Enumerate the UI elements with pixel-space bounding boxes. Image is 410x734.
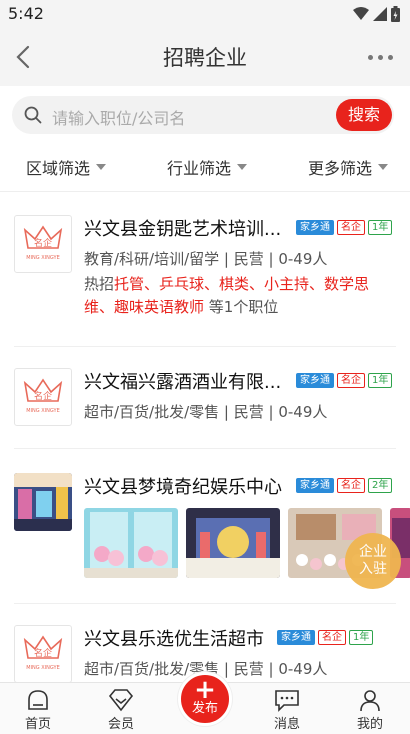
caret-down-icon xyxy=(96,163,107,170)
caret-down-icon xyxy=(237,163,247,170)
tag-years: 1年 xyxy=(349,630,374,645)
company-logo: 名企 MING XINGYE xyxy=(14,215,72,273)
tab-messages[interactable]: 消息 xyxy=(257,687,317,732)
logo-text: 名企 xyxy=(34,647,52,659)
tab-label: 会员 xyxy=(107,717,134,732)
tab-mine[interactable]: 我的 xyxy=(340,687,400,732)
company-logo: 名企 MING XINGYE xyxy=(14,368,72,426)
filter-industry[interactable]: 行业筛选 xyxy=(167,142,247,191)
company-meta: 超市/百货/批发/零售 | 民营 | 0-49人 xyxy=(84,403,328,421)
company-join-button[interactable]: 企业 入驻 xyxy=(345,533,401,589)
dot-icon xyxy=(388,54,393,60)
company-tags: 家乡通 名企 1年 xyxy=(296,373,393,388)
divider xyxy=(14,448,396,449)
company-item[interactable]: 名企 MING XINGYE 兴文福兴露酒酒业有限... 家乡通 名企 1年 超… xyxy=(14,368,396,428)
search-area: 请输入职位/公司名 搜索 xyxy=(0,86,410,142)
company-item[interactable]: 名企 MING XINGYE 兴文县金钥匙艺术培训... 家乡通 名企 1年 教… xyxy=(14,215,396,325)
search-button[interactable]: 搜索 xyxy=(336,99,392,131)
logo-subtext: MING XINGYE xyxy=(26,255,59,261)
tab-label: 首页 xyxy=(24,717,51,732)
company-tags: 家乡通 名企 2年 xyxy=(296,478,393,493)
publish-button[interactable]: + 发布 xyxy=(178,672,232,726)
tag-hometown: 家乡通 xyxy=(277,630,315,645)
filter-more[interactable]: 更多筛选 xyxy=(308,142,388,191)
search-icon xyxy=(24,106,42,124)
company-name: 兴文县乐选优生活超市 xyxy=(84,629,264,650)
logo-text: 名企 xyxy=(34,237,52,249)
battery-icon xyxy=(391,6,400,22)
tag-hometown: 家乡通 xyxy=(296,373,334,388)
crown-logo-icon: 名企 MING XINGYE xyxy=(23,225,63,261)
tab-home[interactable]: 首页 xyxy=(8,687,68,732)
tag-years: 1年 xyxy=(368,220,393,235)
status-icons xyxy=(353,6,400,22)
tab-label: 消息 xyxy=(273,717,300,732)
company-jobs: 热招托管、乒乓球、棋类、小主持、数学思维、趣味英语教师 等1个职位 xyxy=(84,273,396,319)
tag-years: 2年 xyxy=(368,478,393,493)
message-icon xyxy=(275,690,299,712)
photo-claw-machine[interactable] xyxy=(84,508,178,578)
dot-icon xyxy=(378,54,383,60)
tag-hometown: 家乡通 xyxy=(296,478,334,493)
company-name: 兴文县金钥匙艺术培训... xyxy=(84,219,282,240)
company-name: 兴文福兴露酒酒业有限... xyxy=(84,372,282,393)
float-line1: 企业 xyxy=(359,544,387,560)
tag-famous: 名企 xyxy=(318,630,346,645)
diamond-icon xyxy=(108,689,134,712)
crown-logo-icon: 名企 MING XINGYE xyxy=(23,378,63,414)
tab-member[interactable]: 会员 xyxy=(91,687,151,732)
home-icon xyxy=(28,690,48,710)
signal-icon xyxy=(373,7,387,21)
search-input[interactable]: 请输入职位/公司名 搜索 xyxy=(12,96,394,134)
publish-label: 发布 xyxy=(191,701,218,716)
status-bar: 5:42 xyxy=(0,0,410,28)
page-title: 招聘企业 xyxy=(163,46,247,70)
company-tags: 家乡通 名企 1年 xyxy=(296,220,393,235)
tab-label: 我的 xyxy=(356,717,383,732)
search-placeholder: 请输入职位/公司名 xyxy=(52,109,186,128)
company-photo-logo xyxy=(14,473,72,531)
float-line2: 入驻 xyxy=(359,561,387,577)
tag-famous: 名企 xyxy=(337,373,365,388)
tag-famous: 名企 xyxy=(337,478,365,493)
logo-subtext: MING XINGYE xyxy=(26,408,59,414)
tag-famous: 名企 xyxy=(337,220,365,235)
caret-down-icon xyxy=(377,163,388,170)
user-icon xyxy=(360,690,380,712)
dot-icon xyxy=(368,54,373,60)
logo-subtext: MING XINGYE xyxy=(26,665,59,671)
wifi-icon xyxy=(353,7,369,20)
crown-logo-icon: 名企 MING XINGYE xyxy=(23,635,63,671)
jobs-prefix: 热招 xyxy=(84,275,115,293)
plus-icon: + xyxy=(194,675,216,705)
nav-bar: 招聘企业 xyxy=(0,28,410,86)
company-item[interactable]: 兴文县梦境奇纪娱乐中心 家乡通 名企 2年 xyxy=(14,473,410,583)
filter-label: 区域筛选 xyxy=(26,158,91,178)
company-logo: 名企 MING XINGYE xyxy=(14,625,72,683)
photo-playground[interactable] xyxy=(186,508,280,578)
divider xyxy=(14,603,396,604)
more-menu-button[interactable] xyxy=(368,50,398,64)
filter-label: 行业筛选 xyxy=(166,158,231,178)
status-time: 5:42 xyxy=(8,4,44,23)
logo-text: 名企 xyxy=(34,390,52,402)
filter-bar: 区域筛选 行业筛选 更多筛选 xyxy=(0,142,410,192)
filter-region[interactable]: 区域筛选 xyxy=(26,142,107,191)
tag-years: 1年 xyxy=(368,373,393,388)
company-meta: 教育/科研/培训/留学 | 民营 | 0-49人 xyxy=(84,250,328,268)
company-name: 兴文县梦境奇纪娱乐中心 xyxy=(84,477,282,498)
company-tags: 家乡通 名企 1年 xyxy=(277,630,374,645)
arcade-photo xyxy=(14,473,72,531)
tag-hometown: 家乡通 xyxy=(296,220,334,235)
filter-label: 更多筛选 xyxy=(307,158,372,178)
divider xyxy=(14,346,396,347)
jobs-suffix: 等1个职位 xyxy=(204,298,279,316)
